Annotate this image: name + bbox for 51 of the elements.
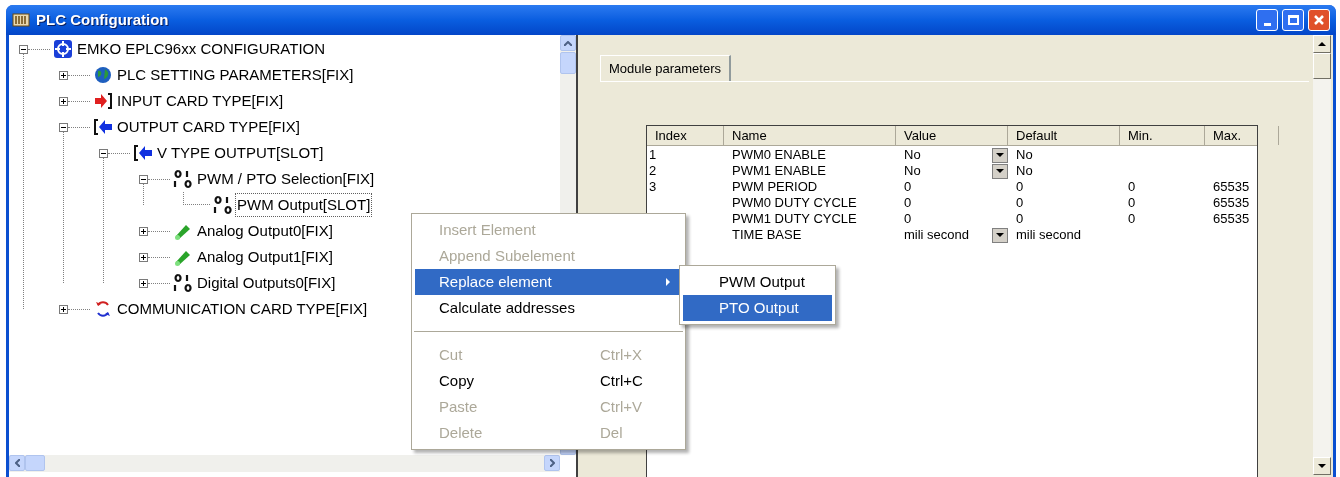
column-header[interactable]: Index xyxy=(647,126,724,145)
table-cell: 0 xyxy=(1016,195,1024,211)
table-cell: PWM0 DUTY CYCLE xyxy=(732,195,857,211)
tree-item[interactable]: PLC SETTING PARAMETERS[FIX] xyxy=(116,63,355,87)
table-cell: PWM0 ENABLE xyxy=(732,147,826,163)
column-header[interactable]: Value xyxy=(896,126,1008,145)
table-cell: No xyxy=(1016,163,1033,179)
menu-item[interactable]: PWM Output xyxy=(683,269,832,295)
table-cell: PWM1 ENABLE xyxy=(732,163,826,179)
column-header[interactable]: Default xyxy=(1008,126,1120,145)
table-cell: No xyxy=(1016,147,1033,163)
table-cell: mili second xyxy=(1016,227,1082,243)
tree-item[interactable]: Digital Outputs0[FIX] xyxy=(196,271,337,295)
table-cell: 2 xyxy=(649,163,657,179)
table-cell: 65535 xyxy=(1213,195,1250,211)
table-cell: 0 xyxy=(904,211,912,227)
tree-item[interactable]: EMKO EPLC96xx CONFIGURATION xyxy=(76,37,327,61)
table-cell: PWM1 DUTY CYCLE xyxy=(732,211,857,227)
tree-item[interactable]: Analog Output1[FIX] xyxy=(196,245,334,269)
window-title: PLC Configuration xyxy=(36,9,169,30)
table-cell: 0 xyxy=(1016,211,1024,227)
column-header[interactable]: Min. xyxy=(1120,126,1205,145)
tree-item[interactable]: PWM Output[SLOT] xyxy=(236,193,372,217)
table-cell: 65535 xyxy=(1213,179,1250,195)
menu-item[interactable]: Replace element xyxy=(415,269,682,295)
column-header[interactable]: Name xyxy=(724,126,896,145)
tree-item[interactable]: COMMUNICATION CARD TYPE[FIX] xyxy=(116,297,369,321)
table-cell: PWM PERIOD xyxy=(732,179,818,195)
table-cell: 65535 xyxy=(1213,211,1250,227)
table-cell: 0 xyxy=(904,179,912,195)
tree-item[interactable]: OUTPUT CARD TYPE[FIX] xyxy=(116,115,301,139)
table-cell: 0 xyxy=(1128,179,1136,195)
table-cell: 0 xyxy=(1016,179,1024,195)
table-cell: 0 xyxy=(1128,195,1136,211)
tab[interactable]: Module parameters xyxy=(600,55,731,81)
table-cell: No xyxy=(904,147,921,163)
tree-item[interactable]: Analog Output0[FIX] xyxy=(196,219,334,243)
table-cell: TIME BASE xyxy=(732,227,802,243)
table-cell: 0 xyxy=(904,195,912,211)
table-cell: No xyxy=(904,163,921,179)
menu-item[interactable]: Calculate addresses xyxy=(415,295,682,321)
menu-item[interactable]: Copy Ctrl+C xyxy=(415,368,682,394)
tree-item[interactable]: PWM / PTO Selection[FIX] xyxy=(196,167,376,191)
table-cell: 0 xyxy=(1128,211,1136,227)
tree-item[interactable]: V TYPE OUTPUT[SLOT] xyxy=(156,141,325,165)
table-cell: mili second xyxy=(904,227,970,243)
menu-item[interactable]: PTO Output xyxy=(683,295,832,321)
column-header[interactable]: Max. xyxy=(1205,126,1279,145)
table-cell: 1 xyxy=(649,147,657,163)
tree-item[interactable]: INPUT CARD TYPE[FIX] xyxy=(116,89,285,113)
table-cell: 3 xyxy=(649,179,657,195)
